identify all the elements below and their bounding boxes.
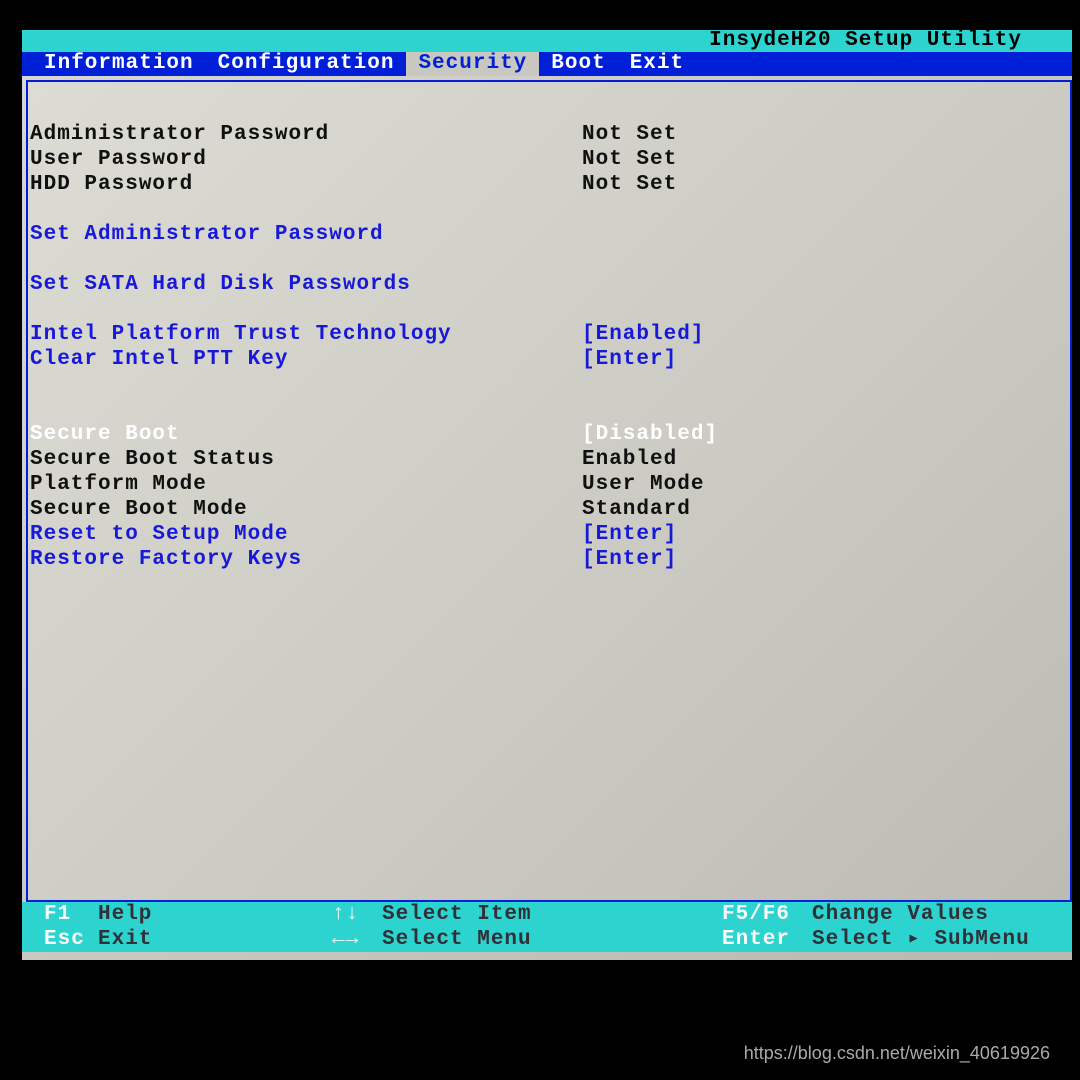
setting-label: Secure Boot — [28, 422, 582, 447]
hint-key-f5f6: F5/F6 — [722, 902, 812, 927]
setting-row-secure-boot-mode: Secure Boot ModeStandard — [28, 497, 1070, 522]
setting-value[interactable] — [582, 272, 1070, 297]
setting-value[interactable]: [Enter] — [582, 547, 1070, 572]
setting-label: Intel Platform Trust Technology — [28, 322, 582, 347]
setting-row-platform-mode: Platform ModeUser Mode — [28, 472, 1070, 497]
setting-value: Standard — [582, 497, 1070, 522]
setting-value: Not Set — [582, 172, 1070, 197]
setting-row-intel-platform-trust-technology[interactable]: Intel Platform Trust Technology[Enabled] — [28, 322, 1070, 347]
spacer — [28, 372, 1070, 397]
utility-title: InsydeH20 Setup Utility — [709, 29, 1022, 52]
menu-tab-security[interactable]: Security — [406, 52, 539, 76]
hint-label-exit: Exit — [98, 927, 152, 952]
footer-hints: F1Help ↑↓Select Item F5/F6Change Values … — [22, 902, 1072, 952]
footer-row-1: F1Help ↑↓Select Item F5/F6Change Values — [22, 902, 1072, 927]
setting-label: Secure Boot Mode — [28, 497, 582, 522]
setting-row-hdd-password: HDD PasswordNot Set — [28, 172, 1070, 197]
setting-value: User Mode — [582, 472, 1070, 497]
spacer — [28, 197, 1070, 222]
setting-row-administrator-password: Administrator PasswordNot Set — [28, 122, 1070, 147]
setting-label: User Password — [28, 147, 582, 172]
setting-row-secure-boot-status: Secure Boot StatusEnabled — [28, 447, 1070, 472]
setting-label: Reset to Setup Mode — [28, 522, 582, 547]
setting-label: Set Administrator Password — [28, 222, 582, 247]
bios-screen: InsydeH20 Setup Utility InformationConfi… — [22, 30, 1072, 960]
setting-label: Restore Factory Keys — [28, 547, 582, 572]
spacer — [28, 247, 1070, 272]
title-bar: InsydeH20 Setup Utility — [22, 30, 1072, 52]
setting-row-clear-intel-ptt-key[interactable]: Clear Intel PTT Key[Enter] — [28, 347, 1070, 372]
content-panel: Administrator PasswordNot SetUser Passwo… — [26, 80, 1072, 902]
hint-key-leftright: ←→ — [332, 927, 382, 952]
hint-label-submenu: Select ▸ SubMenu — [812, 927, 1030, 952]
hint-label-select-item: Select Item — [382, 902, 532, 927]
setting-value[interactable]: [Enabled] — [582, 322, 1070, 347]
setting-row-restore-factory-keys[interactable]: Restore Factory Keys[Enter] — [28, 547, 1070, 572]
setting-label: Platform Mode — [28, 472, 582, 497]
spacer — [28, 397, 1070, 422]
setting-label: Secure Boot Status — [28, 447, 582, 472]
setting-label: Administrator Password — [28, 122, 582, 147]
setting-label: Set SATA Hard Disk Passwords — [28, 272, 582, 297]
setting-label: Clear Intel PTT Key — [28, 347, 582, 372]
hint-key-esc: Esc — [22, 927, 98, 952]
setting-row-set-administrator-password[interactable]: Set Administrator Password — [28, 222, 1070, 247]
hint-label-select-menu: Select Menu — [382, 927, 532, 952]
setting-row-set-sata-hard-disk-passwords[interactable]: Set SATA Hard Disk Passwords — [28, 272, 1070, 297]
menu-bar[interactable]: InformationConfigurationSecurityBootExit — [22, 52, 1072, 76]
setting-value: Enabled — [582, 447, 1070, 472]
setting-label: HDD Password — [28, 172, 582, 197]
hint-key-updown: ↑↓ — [332, 902, 382, 927]
setting-row-user-password: User PasswordNot Set — [28, 147, 1070, 172]
hint-key-f1: F1 — [22, 902, 98, 927]
menu-tab-exit[interactable]: Exit — [618, 52, 696, 76]
setting-value: Not Set — [582, 122, 1070, 147]
menu-tab-configuration[interactable]: Configuration — [206, 52, 407, 76]
setting-value[interactable]: [Disabled] — [582, 422, 1070, 447]
hint-key-enter: Enter — [722, 927, 812, 952]
setting-value[interactable]: [Enter] — [582, 522, 1070, 547]
spacer — [28, 297, 1070, 322]
setting-value: Not Set — [582, 147, 1070, 172]
setting-value[interactable]: [Enter] — [582, 347, 1070, 372]
menu-tab-boot[interactable]: Boot — [539, 52, 617, 76]
watermark: https://blog.csdn.net/weixin_40619926 — [744, 1043, 1050, 1064]
setting-row-reset-to-setup-mode[interactable]: Reset to Setup Mode[Enter] — [28, 522, 1070, 547]
hint-label-change-values: Change Values — [812, 902, 989, 927]
setting-row-secure-boot[interactable]: Secure Boot[Disabled] — [28, 422, 1070, 447]
hint-label-help: Help — [98, 902, 152, 927]
menu-tab-information[interactable]: Information — [32, 52, 206, 76]
setting-value[interactable] — [582, 222, 1070, 247]
footer-row-2: EscExit ←→Select Menu EnterSelect ▸ SubM… — [22, 927, 1072, 952]
